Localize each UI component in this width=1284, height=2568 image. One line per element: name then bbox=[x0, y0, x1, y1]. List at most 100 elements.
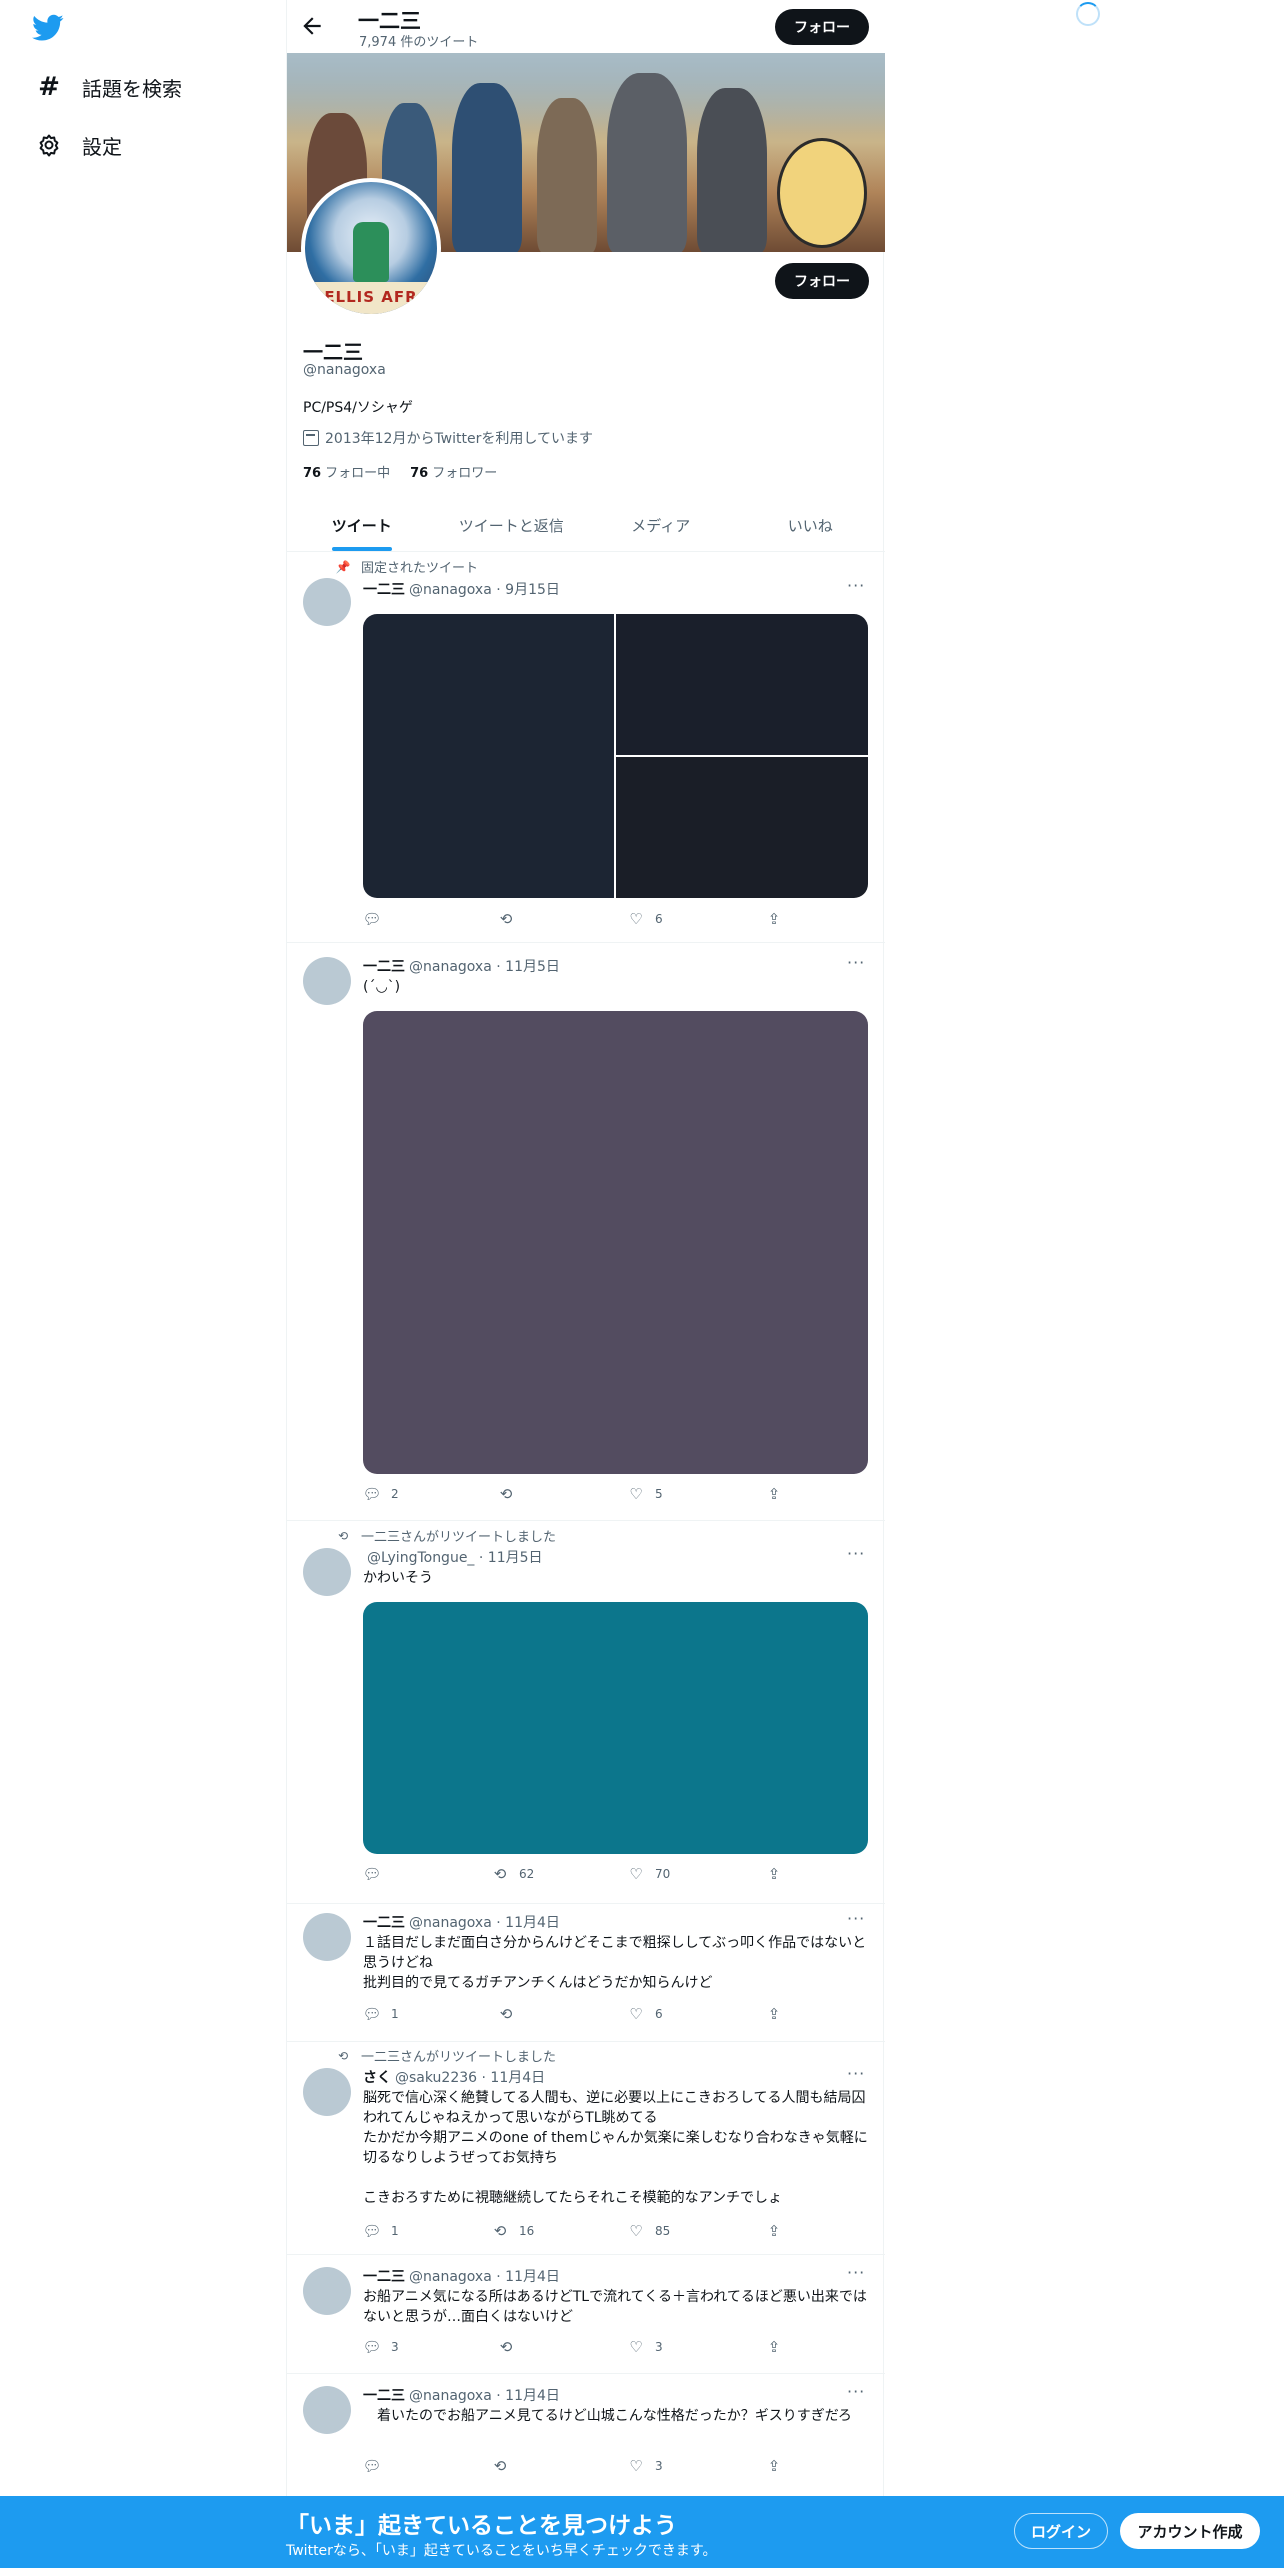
avatar[interactable] bbox=[303, 957, 351, 1005]
like-button[interactable]: ♡ 6 bbox=[627, 910, 662, 928]
nav-item-label: 話題を検索 bbox=[82, 76, 182, 101]
tweet[interactable]: 一二三 @nanagoxa · 11月4日 ··· お船アニメ気になる所はあるけど… bbox=[287, 2255, 885, 2374]
header-follow-button[interactable]: フォロー bbox=[775, 9, 869, 45]
retweet-button[interactable]: ⟲ bbox=[497, 2338, 525, 2356]
back-arrow-icon[interactable] bbox=[299, 13, 325, 39]
share-button[interactable]: ⇪ bbox=[765, 2457, 783, 2475]
tweet-date[interactable]: 11月4日 bbox=[505, 2388, 560, 2404]
tweet[interactable]: 一二三 @nanagoxa · 11月4日 ··· １話目だしまだ面白さ分からんけ… bbox=[287, 1904, 885, 2042]
like-button[interactable]: ♡ 85 bbox=[627, 2222, 670, 2240]
avatar[interactable] bbox=[303, 2267, 351, 2315]
share-button[interactable]: ⇪ bbox=[765, 910, 783, 928]
tweet-media-image[interactable] bbox=[363, 1011, 868, 1474]
heart-icon: ♡ bbox=[629, 2457, 643, 2475]
tweet-author-name[interactable]: 一二三 bbox=[363, 2269, 405, 2285]
like-button[interactable]: ♡ 3 bbox=[627, 2457, 662, 2475]
reply-button[interactable]: 💬︎ 1 bbox=[362, 2222, 398, 2240]
avatar[interactable] bbox=[303, 578, 351, 626]
reply-button[interactable]: 💬︎ bbox=[362, 1865, 391, 1883]
tweet-handle[interactable]: @nanagoxa bbox=[409, 2388, 492, 2404]
more-options-icon[interactable]: ··· bbox=[847, 576, 865, 595]
tweet-handle[interactable]: @nanagoxa bbox=[409, 959, 492, 975]
avatar[interactable] bbox=[303, 2068, 351, 2116]
like-button[interactable]: ♡ 5 bbox=[627, 1485, 662, 1503]
avatar[interactable] bbox=[303, 2386, 351, 2434]
retweet-button[interactable]: ⟲ bbox=[497, 910, 525, 928]
tweet-handle[interactable]: @LyingTongue_ bbox=[367, 1550, 474, 1566]
tweet-context-label[interactable]: 一二三さんがリツイートしました bbox=[361, 1526, 556, 1545]
tweet-author-name[interactable]: さく bbox=[363, 2070, 391, 2086]
like-button[interactable]: ♡ 3 bbox=[627, 2338, 662, 2356]
tweet-date[interactable]: 11月4日 bbox=[490, 2070, 545, 2086]
following-link[interactable]: 76 フォロー中 bbox=[303, 462, 390, 481]
tweet-handle[interactable]: @nanagoxa bbox=[409, 1915, 492, 1931]
retweet-button[interactable]: ⟲ bbox=[497, 2005, 525, 2023]
tab-tweets[interactable]: ツイート bbox=[287, 499, 437, 551]
share-icon: ⇪ bbox=[767, 2457, 781, 2475]
tweet-media-image[interactable] bbox=[616, 614, 868, 755]
share-button[interactable]: ⇪ bbox=[765, 1485, 783, 1503]
tweet-author-name[interactable]: 一二三 bbox=[363, 1915, 405, 1931]
tweet-author-name[interactable]: 一二三 bbox=[363, 2388, 405, 2404]
profile-avatar[interactable]: ELLIS AFR bbox=[301, 178, 441, 318]
tweet-date[interactable]: 9月15日 bbox=[505, 582, 560, 598]
create-account-button[interactable]: アカウント作成 bbox=[1120, 2513, 1260, 2549]
more-options-icon[interactable]: ··· bbox=[847, 2064, 865, 2083]
tweet-author-name[interactable]: 一二三 bbox=[363, 582, 405, 598]
tweet[interactable]: 📌 固定されたツイート 一二三 @nanagoxa · 9月15日 ··· 💬︎ … bbox=[287, 552, 885, 943]
tweet-context-label: 固定されたツイート bbox=[361, 561, 479, 576]
heart-icon: ♡ bbox=[629, 1865, 643, 1883]
share-button[interactable]: ⇪ bbox=[765, 2005, 783, 2023]
profile-follow-button[interactable]: フォロー bbox=[775, 263, 869, 299]
tweet-handle[interactable]: @saku2236 bbox=[395, 2070, 477, 2086]
share-button[interactable]: ⇪ bbox=[765, 2338, 783, 2356]
tab-tweets-replies[interactable]: ツイートと返信 bbox=[437, 499, 587, 551]
retweet-button[interactable]: ⟲ bbox=[497, 1485, 525, 1503]
tab-likes[interactable]: いいね bbox=[736, 499, 886, 551]
more-options-icon[interactable]: ··· bbox=[847, 2382, 865, 2401]
twitter-logo-icon[interactable] bbox=[32, 14, 64, 42]
avatar[interactable] bbox=[303, 1913, 351, 1961]
tweet-handle[interactable]: @nanagoxa bbox=[409, 2269, 492, 2285]
tweet-actions: 💬︎ 1 ⟲ 16 ♡ 85 ⇪ bbox=[362, 2222, 783, 2242]
tweet-date[interactable]: 11月4日 bbox=[505, 2269, 560, 2285]
retweet-button[interactable]: ⟲ bbox=[491, 2457, 519, 2475]
more-options-icon[interactable]: ··· bbox=[847, 953, 865, 972]
tweet-date[interactable]: 11月5日 bbox=[488, 1550, 543, 1566]
reply-button[interactable]: 💬︎ bbox=[362, 910, 391, 928]
reply-button[interactable]: 💬︎ 1 bbox=[362, 2005, 398, 2023]
tweet-media-image[interactable] bbox=[616, 757, 868, 898]
followers-link[interactable]: 76 フォロワー bbox=[410, 462, 497, 481]
share-button[interactable]: ⇪ bbox=[765, 2222, 783, 2240]
login-button[interactable]: ログイン bbox=[1014, 2513, 1108, 2549]
retweet-button[interactable]: ⟲ 16 bbox=[491, 2222, 535, 2240]
tweet[interactable]: ⟲ 一二三さんがリツイートしました @LyingTongue_ · 11月5日 … bbox=[287, 1521, 885, 1904]
profile-bio: PC/PS4/ソシャゲ bbox=[303, 400, 413, 416]
tweet[interactable]: 一二三 @nanagoxa · 11月4日 ··· 着いたのでお船アニメ見てるけど… bbox=[287, 2374, 885, 2496]
tab-media[interactable]: メディア bbox=[586, 499, 736, 551]
reply-button[interactable]: 💬︎ bbox=[362, 2457, 391, 2475]
reply-button[interactable]: 💬︎ 2 bbox=[362, 1485, 399, 1503]
nav-item-settings[interactable]: 設定 bbox=[36, 125, 122, 165]
retweet-icon: ⟲ bbox=[499, 910, 513, 928]
more-options-icon[interactable]: ··· bbox=[847, 2263, 865, 2282]
nav-item-explore[interactable]: # 話題を検索 bbox=[36, 67, 182, 107]
reply-count: 2 bbox=[391, 1487, 399, 1501]
tweet-author-name[interactable]: 一二三 bbox=[363, 959, 405, 975]
share-button[interactable]: ⇪ bbox=[765, 1865, 783, 1883]
more-options-icon[interactable]: ··· bbox=[847, 1544, 865, 1563]
tweet-handle[interactable]: @nanagoxa bbox=[409, 582, 492, 598]
reply-button[interactable]: 💬︎ 3 bbox=[362, 2338, 398, 2356]
like-button[interactable]: ♡ 70 bbox=[627, 1865, 670, 1883]
tweet-date[interactable]: 11月4日 bbox=[505, 1915, 560, 1931]
like-button[interactable]: ♡ 6 bbox=[627, 2005, 662, 2023]
tweet[interactable]: ⟲ 一二三さんがリツイートしました さく @saku2236 · 11月4日 ··… bbox=[287, 2042, 885, 2255]
tweet-context-label[interactable]: 一二三さんがリツイートしました bbox=[361, 2046, 556, 2065]
avatar[interactable] bbox=[303, 1548, 351, 1596]
tweet-media-image[interactable] bbox=[363, 1602, 868, 1854]
tweet-media-image[interactable] bbox=[363, 614, 614, 898]
more-options-icon[interactable]: ··· bbox=[847, 1909, 865, 1928]
retweet-button[interactable]: ⟲ 62 bbox=[491, 1865, 535, 1883]
tweet[interactable]: 一二三 @nanagoxa · 11月5日 ··· (´◡`) 💬︎ 2 ⟲ ♡ 5 … bbox=[287, 943, 885, 1521]
tweet-date[interactable]: 11月5日 bbox=[505, 959, 560, 975]
